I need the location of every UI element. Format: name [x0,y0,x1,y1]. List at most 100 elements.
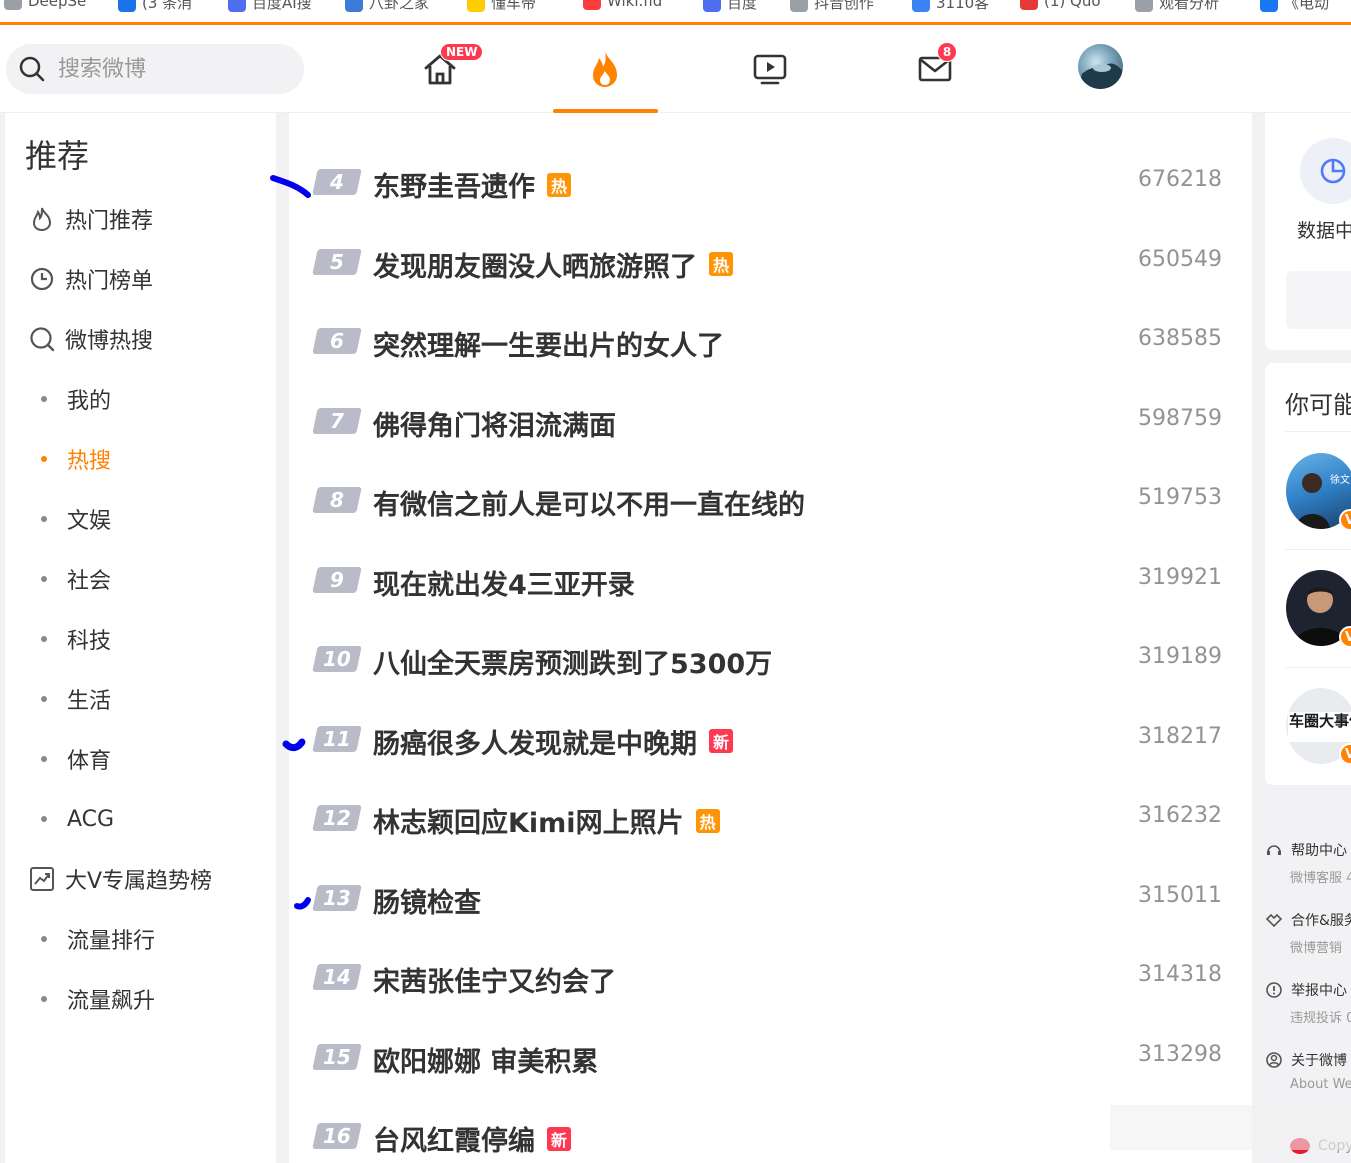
heat-count: 316232 [1138,803,1222,828]
sidebar-subitem[interactable]: 热搜 [41,439,111,479]
sidebar-item-hot-rank[interactable]: 热门榜单 [29,259,153,299]
hot-search-title: 肠癌很多人发现就是中晚期 [373,728,697,760]
hot-search-row[interactable]: 4 东野圭吾遗作热 676218 [289,153,1252,213]
bookmark-item[interactable]: 百度AI搜 [228,0,312,13]
sidebar-item-bigv-trend[interactable]: 大V专属趋势榜 [29,859,212,899]
rank-number: 11 [323,726,351,751]
footer-link-label: 帮助中心 [1291,843,1347,859]
hot-search-title-link[interactable]: 发现朋友圈没人晒旅游照了热 [373,245,733,284]
hot-search-title-link[interactable]: 林志颖回应Kimi网上照片热 [373,801,720,840]
footer-link[interactable]: 帮助中心 [1265,840,1347,860]
hot-search-title: 佛得角门将泪流满面 [373,410,616,442]
rank-number: 13 [323,885,351,910]
footer-link-label: 举报中心 [1291,983,1347,999]
sidebar-item-label: 微博热搜 [65,329,154,354]
hot-search-row[interactable]: 10 八仙全天票房预测跌到了5300万 319189 [289,630,1252,690]
bullet-dot-icon [41,516,47,522]
sidebar-subitem[interactable]: 我的 [41,379,111,419]
footer-sublink[interactable]: 微博营销 [1290,937,1342,956]
rank-number: 16 [323,1124,351,1148]
bookmark-item[interactable]: 懂车帝 [467,0,536,13]
bookmark-item[interactable]: (3 条消 [118,0,192,13]
nav-messages[interactable]: 8 [907,41,963,97]
bookmark-item[interactable]: DeepSe [4,0,86,10]
bookmark-item[interactable]: (1) Quo [1020,0,1101,10]
hot-search-title-link[interactable]: 有微信之前人是可以不用一直在线的 [373,483,805,522]
heat-count: 313298 [1138,1041,1222,1067]
sidebar-subitem[interactable]: 文娱 [41,499,111,539]
search-box[interactable] [6,44,304,94]
hot-search-title-link[interactable]: 东野圭吾遗作热 [373,165,571,204]
sidebar-subitem[interactable]: 生活 [41,679,111,719]
user-avatar[interactable] [1078,44,1123,89]
hot-search-row[interactable]: 9 现在就出发4三亚开录 319921 [289,551,1252,611]
footer-link[interactable]: 关于微博 [1265,1050,1347,1070]
bookmark-item[interactable]: 抖音创作 [790,0,874,13]
heat-count: 598759 [1138,405,1222,431]
hot-search-row[interactable]: 14 宋茜张佳宁又约会了 314318 [289,948,1252,1008]
sidebar-subitem-label: 体育 [67,749,112,774]
heat-count: 519753 [1138,485,1222,510]
nav-hot[interactable] [577,41,633,97]
hot-search-title-link[interactable]: 欧阳娜娜 审美积累 [373,1040,598,1079]
hot-search-title-link[interactable]: 肠癌很多人发现就是中晚期新 [373,722,733,761]
hot-search-row[interactable]: 13 肠镜检查 315011 [289,869,1252,929]
footer-link[interactable]: 举报中心 [1265,980,1347,1000]
bookmark-item[interactable]: 八卦之家 [345,0,429,13]
hot-search-title: 肠镜检查 [373,887,481,919]
hot-search-row[interactable]: 15 欧阳娜娜 审美积累 313298 [289,1028,1252,1088]
sidebar-item-label: 大V专属趋势榜 [65,869,213,894]
hot-search-title-link[interactable]: 肠镜检查 [373,881,481,920]
search-input[interactable] [58,56,278,82]
footer-sublink[interactable]: About We [1290,1077,1351,1092]
footer-sublink[interactable]: 违规投诉 0 [1290,1007,1351,1026]
bookmark-label: 《电动 [1284,0,1330,12]
bookmark-item[interactable]: 3110客 [912,0,989,13]
heat-count: 314318 [1138,962,1222,987]
sidebar-item-hot-recommend[interactable]: 热门推荐 [29,199,153,239]
sidebar-subitem[interactable]: ACG [41,799,114,839]
hot-search-title-link[interactable]: 突然理解一生要出片的女人了 [373,324,724,363]
sidebar-subitem[interactable]: 流量排行 [41,919,155,959]
verified-badge: V [1339,743,1351,765]
clock-rank-icon [30,267,54,291]
hot-tag-badge: 热 [709,252,733,276]
hot-search-row[interactable]: 6 突然理解一生要出片的女人了 638585 [289,312,1252,372]
sidebar-subitem[interactable]: 科技 [41,619,111,659]
sidebar-subitem[interactable]: 流量飙升 [41,979,155,1019]
heat-count: 315011 [1138,882,1222,908]
hot-search-row[interactable]: 12 林志颖回应Kimi网上照片热 316232 [289,789,1252,849]
footer-link[interactable]: 合作&服务 [1265,910,1351,930]
heat-count: 650549 [1138,246,1222,272]
bookmark-item[interactable]: 观看分析 [1135,0,1219,13]
sidebar-subitem-label: 生活 [67,689,112,714]
hot-search-row[interactable]: 5 发现朋友圈没人晒旅游照了热 650549 [289,233,1252,293]
rank-number: 4 [330,170,344,194]
hot-search-row[interactable]: 8 有微信之前人是可以不用一直在线的 519753 [289,471,1252,531]
bookmark-favicon-icon [467,0,485,12]
data-center-button[interactable] [1300,138,1351,204]
sidebar-subitem[interactable]: 体育 [41,739,111,779]
you-may-like-card: 你可能 徐文 V V 车圈大事件 V [1265,363,1351,785]
verified-badge: V [1339,626,1351,648]
hot-search-row[interactable]: 7 佛得角门将泪流满面 598759 [289,392,1252,452]
hot-search-title-link[interactable]: 八仙全天票房预测跌到了5300万 [373,642,772,681]
nav-home[interactable]: NEW [412,41,484,97]
hot-search-row[interactable]: 16 台风红霞停编新 [289,1107,1252,1163]
hot-search-title-link[interactable]: 佛得角门将泪流满面 [373,404,616,443]
sidebar-item-weibo-hot-search[interactable]: 微博热搜 [29,319,153,359]
footer-sublink[interactable]: 微博客服 4 [1290,867,1351,886]
top-nav: NEW 8 [0,25,1351,113]
hot-search-title: 林志颖回应Kimi网上照片 [373,808,684,839]
bookmark-item[interactable]: 百度 [703,0,757,13]
hot-search-title-link[interactable]: 台风红霞停编新 [373,1119,571,1158]
rank-badge: 5 [312,248,362,275]
bookmark-label: DeepSe [28,0,87,10]
bookmark-item[interactable]: 《电动 [1260,0,1329,13]
hot-search-row[interactable]: 11 肠癌很多人发现就是中晚期新 318217 [289,710,1252,770]
bookmark-item[interactable]: Wiki.fid [583,0,662,10]
nav-video[interactable] [742,41,798,97]
hot-search-title-link[interactable]: 现在就出发4三亚开录 [373,563,635,602]
hot-search-title-link[interactable]: 宋茜张佳宁又约会了 [373,960,616,999]
sidebar-subitem[interactable]: 社会 [41,559,111,599]
